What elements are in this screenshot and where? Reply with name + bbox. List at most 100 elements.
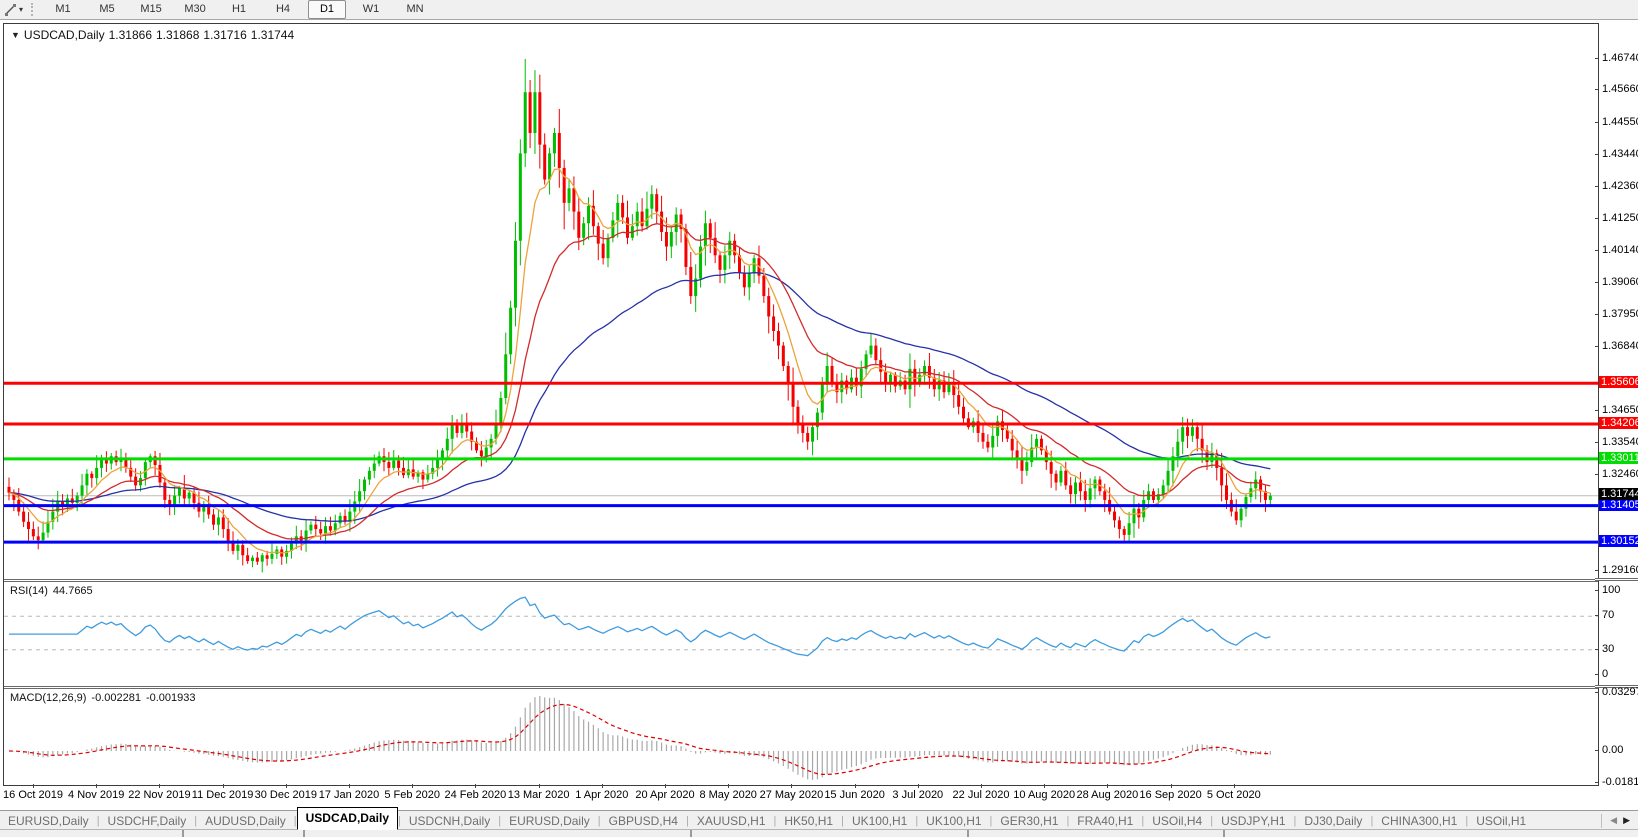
axis-tick (1595, 649, 1599, 650)
date-tick (981, 784, 982, 788)
date-label: 30 Dec 2019 (255, 789, 317, 801)
date-label: 17 Jan 2020 (319, 789, 380, 801)
timeframe-button-m1[interactable]: M1 (44, 0, 82, 19)
axis-tick (1595, 570, 1599, 571)
price-scale[interactable]: 1.467401.456601.445501.434401.423601.412… (1599, 23, 1638, 784)
timeframe-button-m5[interactable]: M5 (88, 0, 126, 19)
symbol-tab-usdchf-1[interactable]: USDCHF,Daily (100, 812, 195, 830)
axis-tick (1595, 154, 1599, 155)
axis-tick (1595, 674, 1599, 675)
rsi-name: RSI(14) (10, 585, 48, 597)
axis-tick (1595, 590, 1599, 591)
price-tick-label: 0.00 (1602, 745, 1623, 756)
macd-label: MACD(12,26,9)-0.002281-0.001933 (10, 692, 201, 704)
symbol-tabs: EURUSD,Daily|USDCHF,Daily|AUDUSD,Daily|U… (0, 811, 1534, 830)
symbol-tab-fra40-12[interactable]: FRA40,H1 (1069, 812, 1141, 830)
price-tick-label: 1.46740 (1602, 53, 1638, 64)
date-tick (855, 784, 856, 788)
symbol-tab-ger30-11[interactable]: GER30,H1 (992, 812, 1066, 830)
timeframe-button-m15[interactable]: M15 (132, 0, 170, 19)
symbol-tab-usoil-13[interactable]: USOil,H4 (1144, 812, 1210, 830)
symbol-tab-hk50-8[interactable]: HK50,H1 (776, 812, 841, 830)
date-tick (1171, 784, 1172, 788)
symbol-tab-xauusd-7[interactable]: XAUUSD,H1 (689, 812, 774, 830)
symbol-tab-audusd-2[interactable]: AUDUSD,Daily (197, 812, 294, 830)
symbol-tab-usdcnh-4[interactable]: USDCNH,Daily (401, 812, 498, 830)
symbol-tab-uk100-9[interactable]: UK100,H1 (844, 812, 915, 830)
axis-tick (1595, 122, 1599, 123)
date-tick (665, 784, 666, 788)
date-tick (1107, 784, 1108, 788)
axis-tick (1595, 346, 1599, 347)
axis-tick (1595, 474, 1599, 475)
axis-tick (1595, 186, 1599, 187)
hline-price-label: 1.34206 (1599, 417, 1638, 429)
date-tick (412, 784, 413, 788)
quote-open: 1.31866 (109, 28, 152, 42)
date-label: 8 May 2020 (699, 789, 756, 801)
symbol-tab-usoil-17[interactable]: USOil,H1 (1468, 812, 1534, 830)
date-tick (159, 784, 160, 788)
price-tick-label: 0 (1602, 669, 1608, 680)
price-tick-label: 1.32460 (1602, 469, 1638, 480)
date-tick (791, 784, 792, 788)
symbol-tab-eurusd-0[interactable]: EURUSD,Daily (0, 812, 97, 830)
macd-panel[interactable]: MACD(12,26,9)-0.002281-0.001933 (4, 689, 1598, 785)
date-tick (223, 784, 224, 788)
price-tick-label: 1.37950 (1602, 309, 1638, 320)
date-label: 4 Nov 2019 (68, 789, 124, 801)
tab-scroll-left-icon[interactable]: ◀ (1610, 815, 1617, 826)
date-tick (728, 784, 729, 788)
price-tick-label: 100 (1602, 585, 1620, 596)
date-label: 13 Mar 2020 (508, 789, 570, 801)
axis-tick (1595, 58, 1599, 59)
tab-scroll-right-icon[interactable]: ▶ (1623, 815, 1630, 826)
axis-tick (1595, 282, 1599, 283)
date-label: 1 Apr 2020 (575, 789, 628, 801)
timeframe-button-w1[interactable]: W1 (352, 0, 390, 19)
chart-window: ▼ USDCAD,Daily 1.31866 1.31868 1.31716 1… (3, 23, 1599, 786)
price-tick-label: 1.36840 (1602, 341, 1638, 352)
symbol-tab-china300-16[interactable]: CHINA300,H1 (1373, 812, 1465, 830)
rsi-value: 44.7665 (53, 585, 93, 597)
rsi-panel[interactable]: RSI(14) 44.7665 (4, 582, 1598, 686)
axis-tick (1595, 750, 1599, 751)
price-tick-label: 1.45660 (1602, 84, 1638, 95)
timeframe-button-d1[interactable]: D1 (308, 0, 346, 19)
date-tick (1234, 784, 1235, 788)
date-label: 28 Aug 2020 (1076, 789, 1138, 801)
price-panel[interactable]: ▼ USDCAD,Daily 1.31866 1.31868 1.31716 1… (4, 24, 1598, 579)
axis-tick (1595, 410, 1599, 411)
current-price-label: 1.31744 (1599, 488, 1638, 500)
axis-tick (1595, 692, 1599, 693)
price-tick-label: 1.33540 (1602, 437, 1638, 448)
timeframe-button-h4[interactable]: H4 (264, 0, 302, 19)
symbol-tab-gbpusd-6[interactable]: GBPUSD,H4 (601, 812, 686, 830)
timeframe-button-m30[interactable]: M30 (176, 0, 214, 19)
symbol-tab-usdcad-3[interactable]: USDCAD,Daily (297, 807, 398, 830)
axis-tick (1595, 615, 1599, 616)
symbol-tab-usdjpy-14[interactable]: USDJPY,H1 (1213, 812, 1293, 830)
date-tick (602, 784, 603, 788)
symbol-tab-dj30-15[interactable]: DJ30,Daily (1296, 812, 1370, 830)
date-label: 3 Jul 2020 (892, 789, 943, 801)
timeframe-button-h1[interactable]: H1 (220, 0, 258, 19)
date-tick (918, 784, 919, 788)
date-tick (96, 784, 97, 788)
chevron-down-icon[interactable]: ▾ (19, 5, 23, 14)
price-tick-label: 1.41250 (1602, 213, 1638, 224)
date-tick (33, 784, 34, 788)
price-tick-label: 70 (1602, 610, 1614, 621)
date-tick (349, 784, 350, 788)
axis-tick (1595, 442, 1599, 443)
date-label: 5 Feb 2020 (384, 789, 440, 801)
date-axis[interactable]: 16 Oct 20194 Nov 201922 Nov 201911 Dec 2… (3, 786, 1599, 800)
timeframe-button-mn[interactable]: MN (396, 0, 434, 19)
collapse-triangle-icon[interactable]: ▼ (11, 30, 20, 40)
macd-signal-value: -0.001933 (146, 692, 196, 704)
price-tick-label: 1.39060 (1602, 277, 1638, 288)
cursor-tool-button[interactable]: ▾ (0, 0, 27, 19)
quote-close: 1.31744 (251, 28, 294, 42)
symbol-tab-eurusd-5[interactable]: EURUSD,Daily (501, 812, 598, 830)
symbol-tab-uk100-10[interactable]: UK100,H1 (918, 812, 989, 830)
